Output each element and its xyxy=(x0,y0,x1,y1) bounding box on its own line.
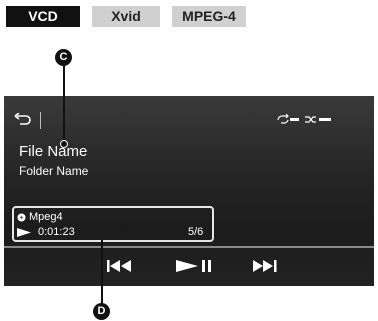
disc-icon xyxy=(17,213,26,222)
play-status-icon xyxy=(17,228,31,237)
previous-track-icon[interactable] xyxy=(107,260,132,272)
track-position: 5/6 xyxy=(188,226,204,238)
back-icon[interactable] xyxy=(14,113,32,127)
playback-screen: File Name Folder Name Mpeg4 0:01:23 5/6 xyxy=(4,96,374,286)
header-divider xyxy=(40,112,41,129)
badge-vcd: VCD xyxy=(6,6,80,27)
file-name: File Name xyxy=(19,143,88,160)
callout-d-leader xyxy=(101,240,103,303)
badge-mpeg4: MPEG-4 xyxy=(172,6,246,27)
progress-line xyxy=(4,246,374,248)
callout-d: D xyxy=(93,303,110,320)
format-label: Mpeg4 xyxy=(29,211,63,223)
callout-c-pointer xyxy=(60,140,68,148)
callout-c: C xyxy=(55,49,72,66)
next-track-icon[interactable] xyxy=(253,260,277,272)
callout-c-leader xyxy=(63,66,65,143)
elapsed-time: 0:01:23 xyxy=(38,226,75,238)
play-pause-icon[interactable] xyxy=(176,260,212,272)
folder-name: Folder Name xyxy=(19,164,89,178)
repeat-off-icon[interactable] xyxy=(276,114,300,124)
badge-xvid: Xvid xyxy=(92,6,160,27)
playback-info-box: Mpeg4 0:01:23 5/6 xyxy=(12,206,214,242)
shuffle-all-icon[interactable] xyxy=(304,114,332,124)
